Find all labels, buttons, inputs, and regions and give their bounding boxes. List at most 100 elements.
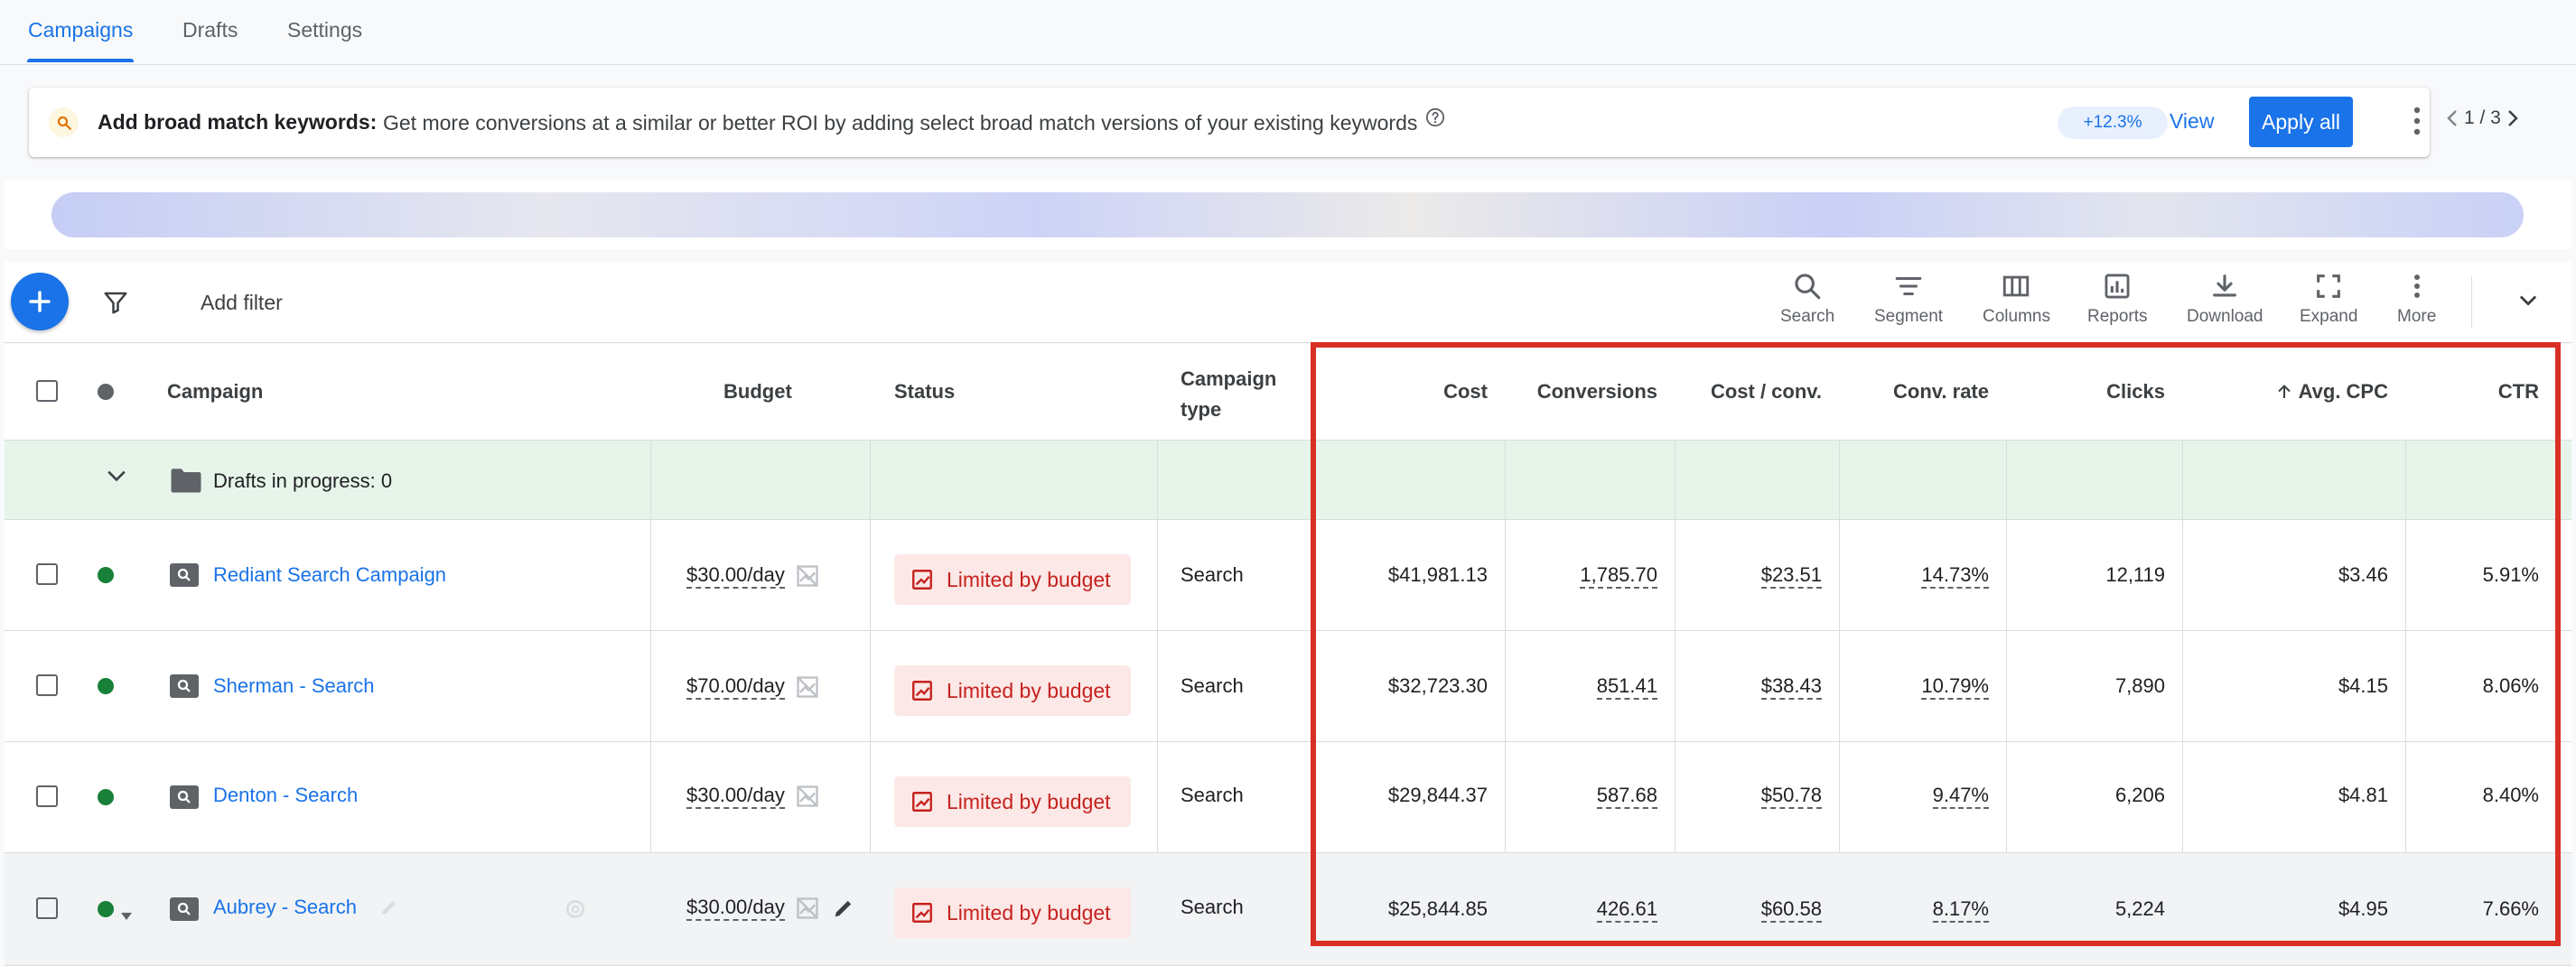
- tab-bar: Campaigns Drafts Settings: [0, 0, 2576, 65]
- ctr-value: 8.06%: [2482, 674, 2539, 697]
- campaign-name-link[interactable]: Rediant Search Campaign: [213, 563, 446, 587]
- status-label: Limited by budget: [947, 567, 1111, 591]
- header-status[interactable]: Status: [894, 380, 955, 404]
- cost-value: $29,844.37: [1387, 784, 1488, 806]
- download-button[interactable]: Download: [2187, 271, 2263, 327]
- header-campaign[interactable]: Campaign: [167, 380, 263, 404]
- avg-cpc-value: $4.95: [2338, 897, 2388, 920]
- search-campaign-icon: [170, 674, 199, 698]
- table-row: Rediant Search Campaign $30.00/day Limit…: [5, 520, 2571, 631]
- caret-down-icon[interactable]: [120, 903, 133, 926]
- apply-all-button[interactable]: Apply all: [2249, 97, 2353, 147]
- conversions-value[interactable]: 851.41: [1596, 674, 1657, 700]
- search-button[interactable]: Search: [1780, 271, 1834, 327]
- filter-icon[interactable]: [102, 289, 129, 320]
- header-avg-cpc[interactable]: Avg. CPC: [2275, 380, 2388, 404]
- budget-value[interactable]: $30.00/day: [686, 784, 785, 809]
- cost-per-conv-value[interactable]: $50.78: [1760, 784, 1822, 809]
- budget-value[interactable]: $70.00/day: [686, 674, 785, 700]
- header-conv-rate[interactable]: Conv. rate: [1893, 380, 1989, 404]
- recommendation-text: Get more conversions at a similar or bet…: [383, 111, 1418, 135]
- reports-button[interactable]: Reports: [2087, 271, 2148, 327]
- view-button[interactable]: View: [2170, 109, 2214, 134]
- status-chip[interactable]: Limited by budget: [894, 887, 1131, 938]
- header-cost[interactable]: Cost: [1443, 380, 1488, 404]
- header-clicks[interactable]: Clicks: [2106, 380, 2165, 404]
- search-icon: [49, 107, 79, 137]
- avg-cpc-value: $4.81: [2338, 784, 2388, 806]
- segment-button[interactable]: Segment: [1874, 271, 1943, 327]
- header-campaign-type[interactable]: Campaign type: [1181, 364, 1276, 425]
- header-budget[interactable]: Budget: [723, 380, 792, 404]
- campaign-name-link[interactable]: Sherman - Search: [213, 674, 375, 698]
- campaign-name-link[interactable]: Aubrey - Search: [213, 896, 357, 919]
- header-cost-per-conv[interactable]: Cost / conv.: [1711, 380, 1822, 404]
- cost-per-conv-value[interactable]: $38.43: [1760, 674, 1822, 700]
- conv-rate-value[interactable]: 14.73%: [1921, 563, 1989, 589]
- conv-rate-value[interactable]: 10.79%: [1921, 674, 1989, 700]
- tab-settings[interactable]: Settings: [287, 18, 362, 42]
- edit-budget-icon[interactable]: [831, 896, 856, 926]
- status-label: Limited by budget: [947, 789, 1111, 813]
- header-conversions[interactable]: Conversions: [1537, 380, 1657, 404]
- budget-value[interactable]: $30.00/day: [686, 563, 785, 589]
- drafts-in-progress-label[interactable]: Drafts in progress: 0: [213, 469, 392, 493]
- select-all-checkbox[interactable]: [36, 380, 58, 402]
- add-filter-input[interactable]: Add filter: [201, 291, 283, 315]
- clicks-value: 7,890: [2114, 674, 2165, 697]
- status-chip[interactable]: Limited by budget: [894, 554, 1131, 605]
- header-campaign-type-line2: type: [1181, 398, 1222, 421]
- campaign-name-link[interactable]: Denton - Search: [213, 784, 358, 807]
- header-ctr[interactable]: CTR: [2498, 380, 2539, 404]
- ctr-value: 5.91%: [2482, 563, 2539, 586]
- search-campaign-icon: [170, 785, 199, 809]
- cost-per-conv-value[interactable]: $23.51: [1760, 563, 1822, 589]
- add-campaign-button[interactable]: [11, 273, 69, 330]
- cost-per-conv-value[interactable]: $60.58: [1760, 897, 1822, 923]
- row-checkbox[interactable]: [36, 563, 58, 585]
- download-button-label: Download: [2187, 307, 2263, 326]
- clicks-value: 12,119: [2105, 563, 2165, 586]
- help-icon[interactable]: [1425, 107, 1445, 132]
- edit-name-icon[interactable]: [378, 896, 400, 924]
- row-checkbox[interactable]: [36, 785, 58, 807]
- status-chip[interactable]: Limited by budget: [894, 665, 1131, 716]
- enabled-status-dot[interactable]: [98, 901, 114, 917]
- settings-gear-icon[interactable]: [564, 897, 587, 926]
- conversions-value[interactable]: 587.68: [1596, 784, 1657, 809]
- tab-campaigns[interactable]: Campaigns: [28, 18, 133, 42]
- cost-value: $32,723.30: [1387, 674, 1488, 697]
- more-button-label: More: [2397, 307, 2437, 326]
- status-chip[interactable]: Limited by budget: [894, 776, 1131, 827]
- chevron-left-icon[interactable]: [2446, 109, 2459, 127]
- enabled-status-dot[interactable]: [98, 678, 114, 694]
- conversions-value[interactable]: 426.61: [1596, 897, 1657, 923]
- row-checkbox[interactable]: [36, 897, 58, 919]
- columns-button[interactable]: Columns: [1983, 271, 2050, 327]
- folder-icon: [170, 467, 202, 499]
- conv-rate-value[interactable]: 9.47%: [1932, 784, 1989, 809]
- avg-cpc-value: $3.46: [2338, 563, 2388, 586]
- conversions-value[interactable]: 1,785.70: [1580, 563, 1657, 589]
- more-vert-icon[interactable]: [2413, 106, 2421, 141]
- chevron-down-icon[interactable]: [104, 466, 129, 491]
- conv-rate-value[interactable]: 8.17%: [1932, 897, 1989, 923]
- more-button[interactable]: More: [2397, 271, 2436, 327]
- cost-value: $25,844.85: [1387, 897, 1488, 920]
- expand-button[interactable]: Expand: [2300, 271, 2357, 327]
- row-checkbox[interactable]: [36, 674, 58, 696]
- tab-drafts[interactable]: Drafts: [182, 18, 238, 42]
- enabled-status-dot[interactable]: [98, 789, 114, 805]
- loading-skeleton-bar: [51, 192, 2524, 237]
- arrow-up-icon: [2277, 385, 2291, 398]
- budget-value[interactable]: $30.00/day: [686, 896, 785, 921]
- chevron-down-icon[interactable]: [2515, 287, 2541, 317]
- chevron-right-icon[interactable]: [2506, 109, 2519, 127]
- status-column-dot: [98, 384, 114, 400]
- search-campaign-icon: [170, 897, 199, 921]
- chart-loading-area: [5, 181, 2571, 249]
- recommendation-title: Add broad match keywords:: [98, 110, 378, 134]
- enabled-status-dot[interactable]: [98, 567, 114, 583]
- ctr-value: 7.66%: [2482, 897, 2539, 920]
- avg-cpc-value: $4.15: [2338, 674, 2388, 697]
